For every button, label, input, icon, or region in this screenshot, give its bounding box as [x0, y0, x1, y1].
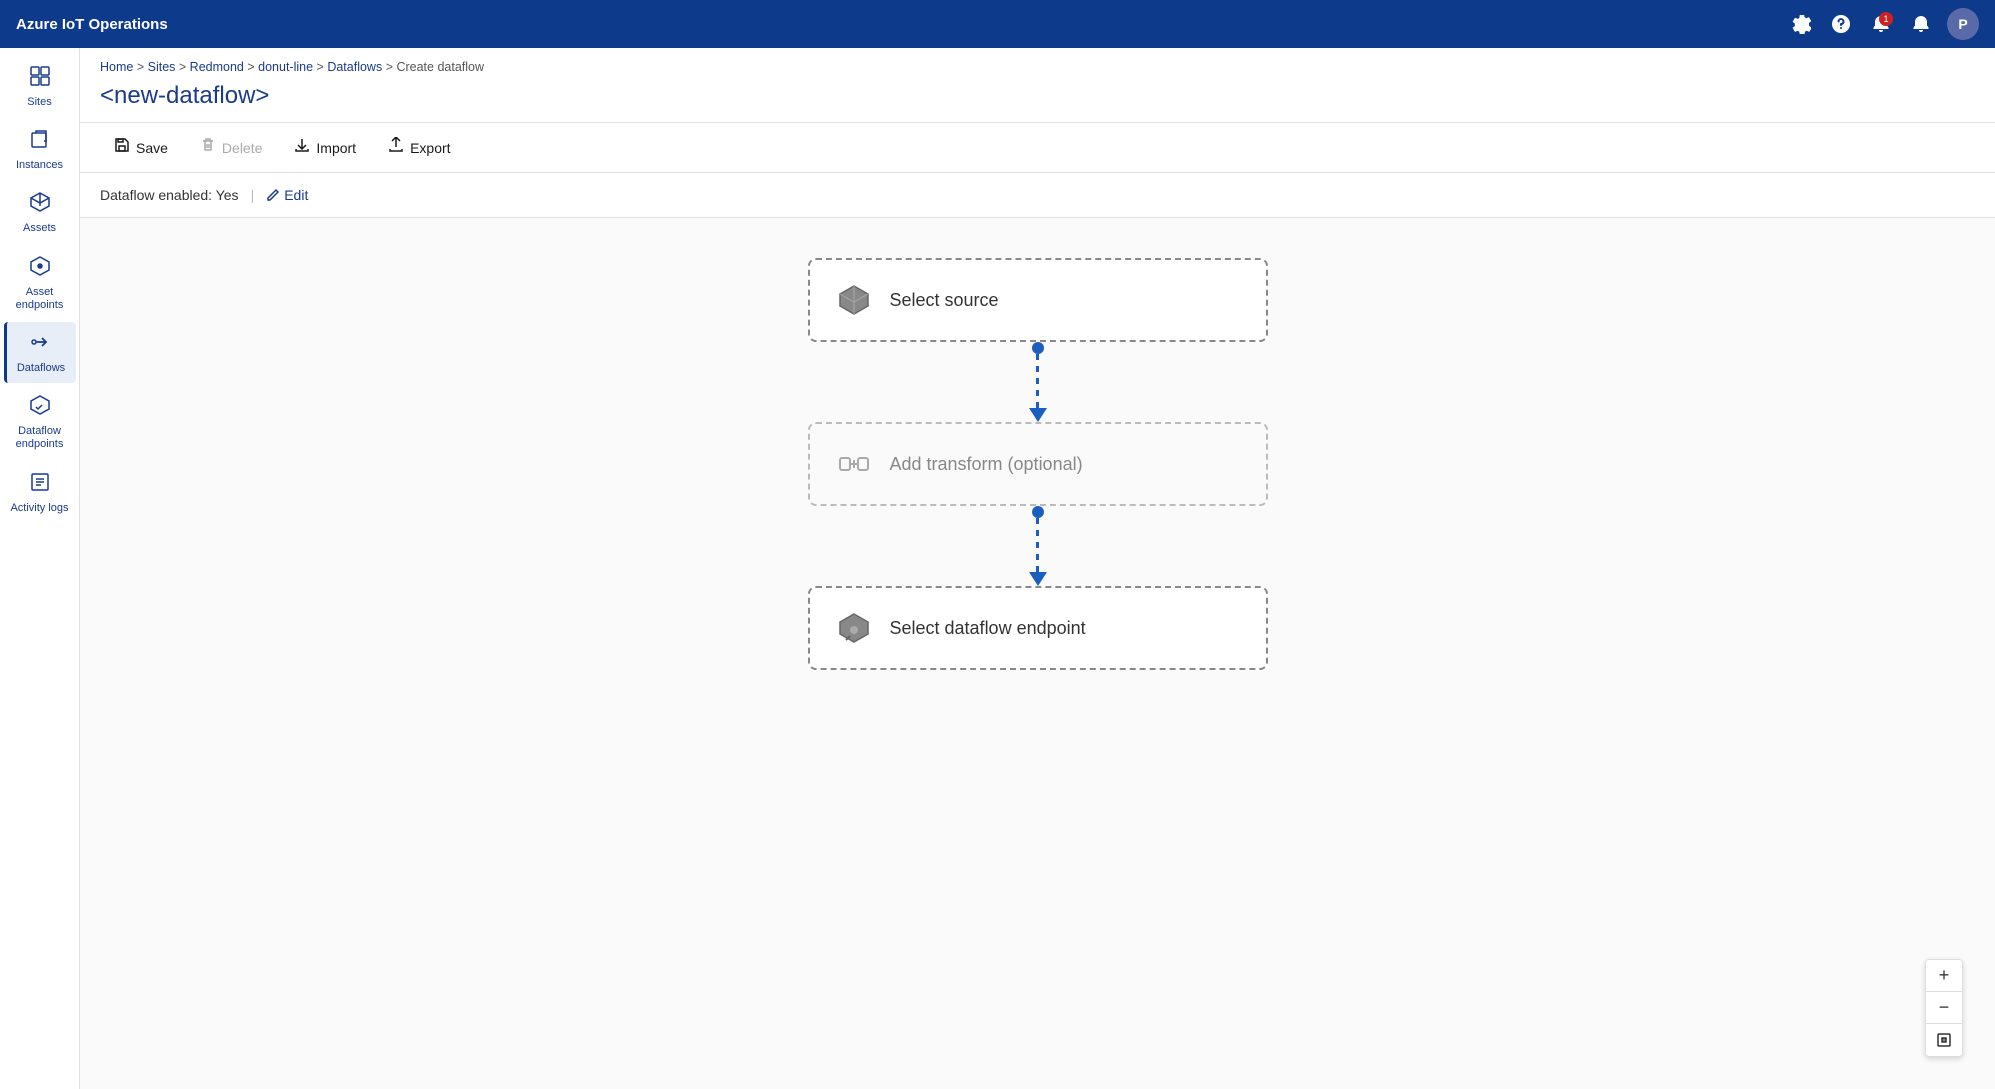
activity-logs-icon: [28, 470, 52, 498]
activity-logs-label: Activity logs: [10, 502, 68, 515]
save-icon: [114, 137, 130, 158]
save-label: Save: [136, 140, 168, 156]
connector-line-1: [1036, 354, 1039, 408]
export-button[interactable]: Export: [374, 131, 464, 164]
flow-canvas: Select source Add transform (: [80, 218, 1995, 1089]
sidebar-item-assets[interactable]: Assets: [4, 182, 76, 243]
page-title: <new-dataflow>: [80, 78, 1995, 122]
connector-dot-2: [1032, 506, 1044, 518]
asset-endpoints-label: Asset endpoints: [8, 286, 72, 312]
alert-icon[interactable]: [1907, 10, 1935, 38]
asset-endpoints-icon: [28, 254, 52, 282]
delete-button[interactable]: Delete: [186, 131, 276, 164]
connector-1: [808, 342, 1268, 422]
connector-arrow-1: [1029, 408, 1047, 422]
source-node-icon: [834, 280, 874, 320]
avatar[interactable]: P: [1947, 8, 1979, 40]
notification-badge: 1: [1879, 12, 1893, 26]
dataflows-label: Dataflows: [17, 362, 65, 375]
help-icon[interactable]: [1827, 10, 1855, 38]
sidebar: Sites Instances Assets: [0, 48, 80, 1089]
sites-label: Sites: [27, 96, 51, 109]
breadcrumb-donut-line[interactable]: donut-line: [258, 60, 313, 74]
source-node-label: Select source: [890, 290, 999, 311]
import-icon: [294, 137, 310, 158]
content-area: Home > Sites > Redmond > donut-line > Da…: [80, 48, 1995, 1089]
connector-arrow-2: [1029, 572, 1047, 586]
top-nav-icons: 1 P: [1787, 8, 1979, 40]
sidebar-item-dataflows[interactable]: Dataflows: [4, 322, 76, 383]
edit-label: Edit: [284, 187, 308, 203]
sidebar-item-dataflow-endpoints[interactable]: Dataflow endpoints: [4, 385, 76, 459]
transform-node-icon: [834, 444, 874, 484]
toolbar: Save Delete: [80, 122, 1995, 173]
breadcrumb-current: Create dataflow: [396, 60, 484, 74]
dataflow-status: Dataflow enabled: Yes: [100, 187, 239, 203]
instances-label: Instances: [16, 159, 63, 172]
connector-2: [808, 506, 1268, 586]
sidebar-item-activity-logs[interactable]: Activity logs: [4, 462, 76, 523]
connector-line-2: [1036, 518, 1039, 572]
export-label: Export: [410, 140, 450, 156]
edit-button[interactable]: Edit: [266, 187, 308, 203]
main-layout: Sites Instances Assets: [0, 48, 1995, 1089]
endpoint-node[interactable]: Select dataflow endpoint: [808, 586, 1268, 670]
sidebar-item-asset-endpoints[interactable]: Asset endpoints: [4, 246, 76, 320]
save-button[interactable]: Save: [100, 131, 182, 164]
dataflows-icon: [29, 330, 53, 358]
endpoint-node-icon: [834, 608, 874, 648]
top-nav: Azure IoT Operations 1 P: [0, 0, 1995, 48]
settings-icon[interactable]: [1787, 10, 1815, 38]
sidebar-item-sites[interactable]: Sites: [4, 56, 76, 117]
breadcrumb-sites[interactable]: Sites: [148, 60, 176, 74]
connector-dot-1: [1032, 342, 1044, 354]
delete-icon: [200, 137, 216, 158]
zoom-out-button[interactable]: −: [1926, 992, 1962, 1024]
status-bar: Dataflow enabled: Yes | Edit: [80, 173, 1995, 218]
dataflow-endpoints-label: Dataflow endpoints: [8, 425, 72, 451]
transform-node[interactable]: Add transform (optional): [808, 422, 1268, 506]
delete-label: Delete: [222, 140, 262, 156]
instances-icon: [28, 127, 52, 155]
breadcrumb-dataflows[interactable]: Dataflows: [327, 60, 382, 74]
endpoint-node-label: Select dataflow endpoint: [890, 618, 1086, 639]
assets-icon: [28, 190, 52, 218]
sidebar-item-instances[interactable]: Instances: [4, 119, 76, 180]
assets-label: Assets: [23, 222, 56, 235]
import-button[interactable]: Import: [280, 131, 370, 164]
export-icon: [388, 137, 404, 158]
breadcrumb-home[interactable]: Home: [100, 60, 133, 74]
sites-icon: [28, 64, 52, 92]
dataflow-endpoints-icon: [28, 393, 52, 421]
import-label: Import: [316, 140, 356, 156]
zoom-in-button[interactable]: +: [1926, 960, 1962, 992]
zoom-fit-button[interactable]: [1926, 1024, 1962, 1056]
source-node[interactable]: Select source: [808, 258, 1268, 342]
breadcrumb-redmond[interactable]: Redmond: [190, 60, 244, 74]
zoom-controls: + −: [1925, 959, 1963, 1057]
app-title: Azure IoT Operations: [16, 16, 1787, 33]
breadcrumb: Home > Sites > Redmond > donut-line > Da…: [80, 48, 1995, 78]
transform-node-label: Add transform (optional): [890, 454, 1083, 475]
notification-icon[interactable]: 1: [1867, 10, 1895, 38]
